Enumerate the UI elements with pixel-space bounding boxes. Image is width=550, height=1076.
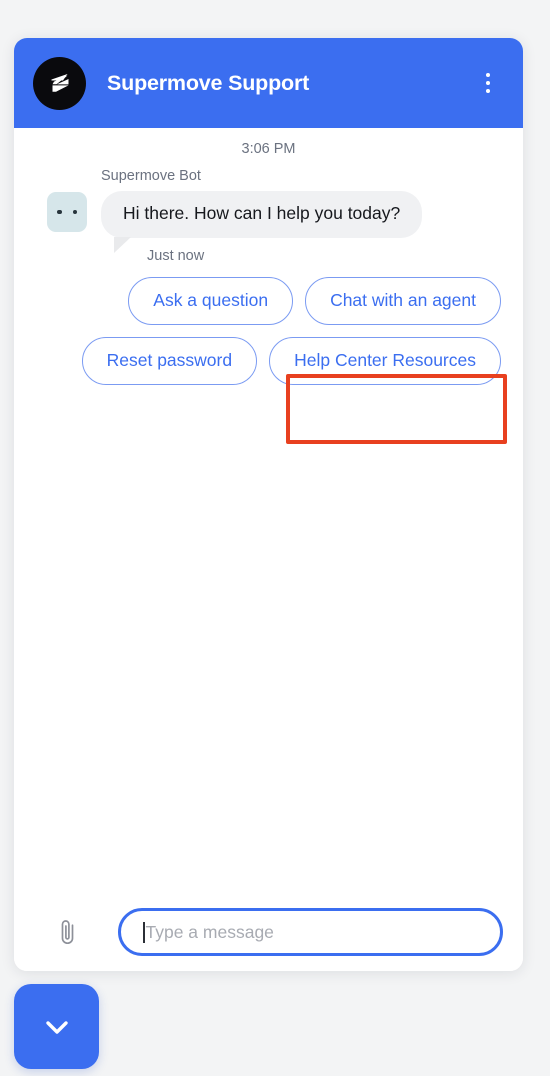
bot-message-row: Hi there. How can I help you today? (14, 191, 523, 253)
message-input[interactable]: Type a message (118, 908, 503, 956)
bot-avatar-icon (47, 191, 87, 232)
bot-message-bubble: Hi there. How can I help you today? (101, 191, 423, 238)
chat-header: Supermove Support (14, 38, 523, 128)
quick-reply-help-center-resources[interactable]: Help Center Resources (269, 336, 501, 385)
paperclip-icon[interactable] (52, 915, 82, 949)
message-sender-name: Supermove Bot (101, 168, 201, 184)
message-timestamp: Just now (147, 247, 205, 264)
chevron-down-icon (45, 1020, 68, 1034)
avatar-eye (72, 209, 77, 215)
quick-reply-list: Ask a question Chat with an agent Reset … (14, 264, 523, 385)
kebab-menu-icon[interactable] (473, 66, 503, 100)
conversation-body: 3:06 PM Supermove Bot Hi there. How can … (14, 128, 523, 893)
message-bubble-wrapper: Hi there. How can I help you today? (101, 191, 423, 253)
collapse-chat-button[interactable] (14, 984, 99, 1069)
supermove-bolt-logo-icon (33, 56, 86, 110)
kebab-dot (486, 73, 490, 77)
text-caret (143, 921, 145, 943)
chat-widget: Supermove Support 3:06 PM Supermove Bot … (14, 38, 523, 971)
bubble-tail (114, 236, 131, 253)
quick-reply-reset-password[interactable]: Reset password (81, 336, 258, 385)
kebab-dot (486, 81, 490, 85)
conversation-timestamp: 3:06 PM (241, 141, 296, 157)
quick-reply-chat-with-an-agent[interactable]: Chat with an agent (305, 276, 501, 325)
message-composer: Type a message (14, 893, 523, 971)
kebab-dot (486, 89, 490, 93)
page-title: Supermove Support (107, 70, 310, 95)
message-input-placeholder: Type a message (145, 921, 274, 942)
quick-reply-ask-a-question[interactable]: Ask a question (128, 276, 294, 325)
avatar-eye (57, 209, 62, 215)
